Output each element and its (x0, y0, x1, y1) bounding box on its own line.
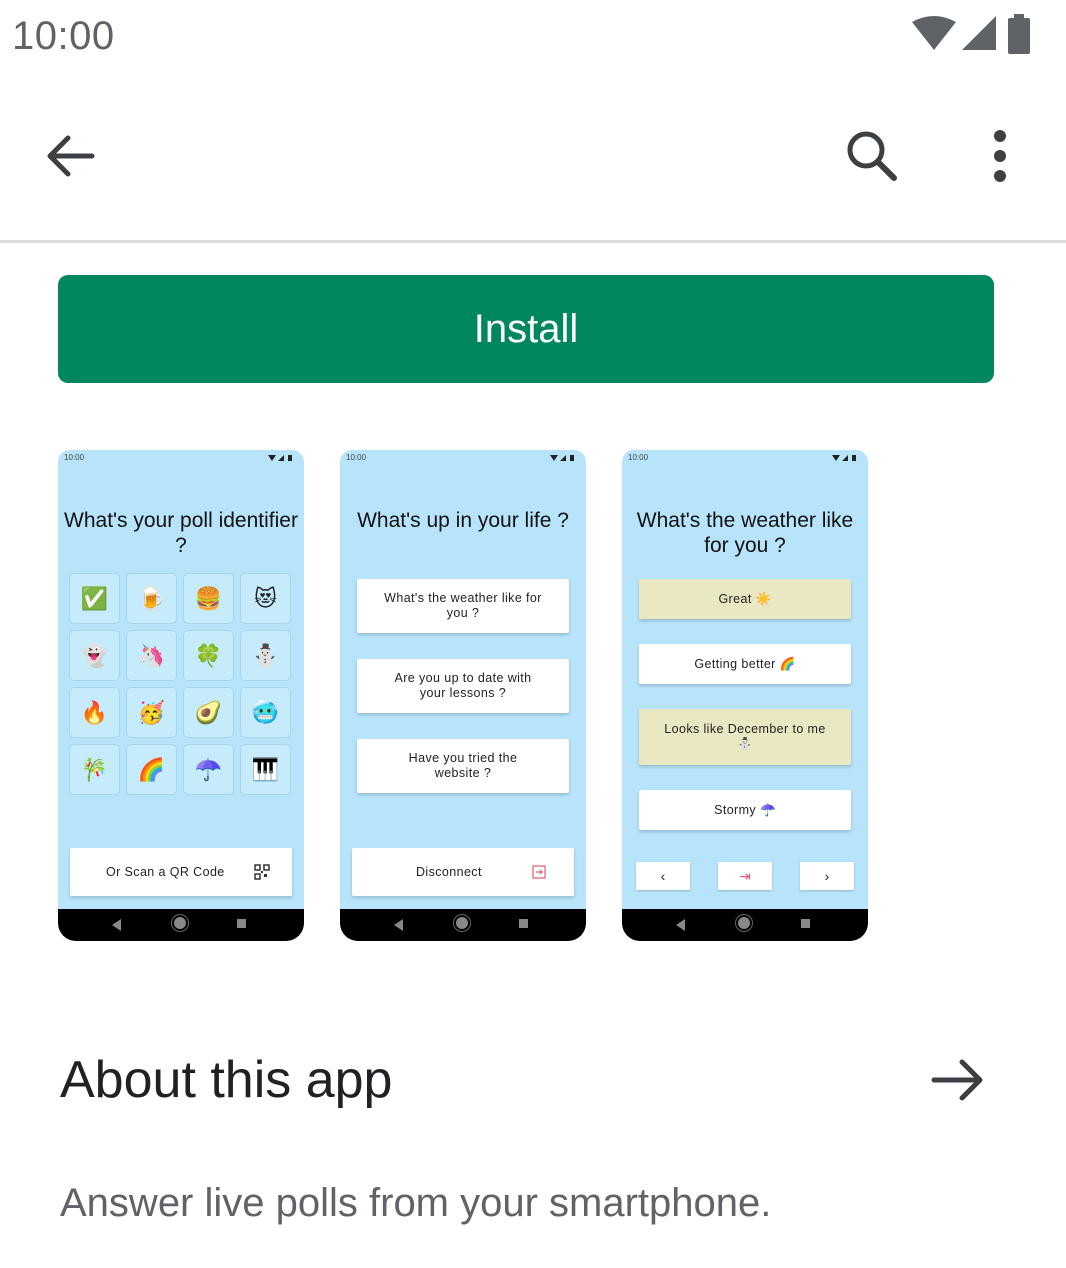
emoji-cell[interactable]: 🎋 (69, 744, 120, 795)
screenshot-title: What's the weather like for you ? (636, 509, 854, 557)
emoji: ☂️ (194, 756, 223, 782)
emoji: ⛄ (251, 642, 280, 668)
mini-nav-bar (58, 909, 304, 941)
back-arrow-icon (47, 135, 95, 177)
disconnect-button[interactable]: Disconnect (352, 848, 574, 896)
back-button[interactable] (30, 116, 110, 196)
poll-card[interactable]: Have you tried the website ? (357, 739, 569, 793)
answer-card[interactable]: Looks like December to me ⛄ (639, 709, 851, 765)
emoji-cell[interactable]: 🌈 (126, 744, 177, 795)
mini-status-icons (268, 455, 292, 461)
emoji: 🍺 (137, 585, 166, 611)
emoji-cell[interactable]: 🔥 (69, 687, 120, 738)
emoji: 🍔 (194, 585, 223, 611)
emoji: 🎹 (251, 756, 280, 782)
emoji: 🎋 (80, 756, 109, 782)
previous-button[interactable]: ‹ (636, 862, 690, 890)
more-options-button[interactable] (960, 116, 1040, 196)
mini-status-icons (550, 455, 574, 461)
scan-qr-button[interactable]: Or Scan a QR Code (70, 848, 292, 896)
battery-icon (1008, 14, 1030, 54)
mini-status-time: 10:00 (628, 453, 649, 462)
more-vert-icon (994, 130, 1006, 182)
poll-card[interactable]: What's the weather like for you ? (357, 579, 569, 633)
emoji-cell[interactable]: 🍔 (183, 573, 234, 624)
emoji-cell[interactable]: 😻 (240, 573, 291, 624)
about-title: About this app (60, 1051, 393, 1109)
mini-nav-bar (340, 909, 586, 941)
screenshot-2[interactable]: 10:00 What's up in your life ? What's th… (340, 450, 586, 941)
wifi-icon (912, 16, 956, 50)
status-icons (908, 14, 1048, 58)
app-bar-divider (0, 240, 1066, 243)
answer-card[interactable]: Getting better 🌈 (639, 644, 851, 684)
emoji: 🌈 (137, 756, 166, 782)
emoji-cell[interactable]: 🍀 (183, 630, 234, 681)
status-time: 10:00 (12, 14, 115, 58)
emoji-cell[interactable]: ✅ (69, 573, 120, 624)
emoji: 🥳 (137, 699, 166, 725)
arrow-forward-icon (931, 1059, 983, 1101)
emoji-cell[interactable]: ☂️ (183, 744, 234, 795)
emoji-cell[interactable]: 🍺 (126, 573, 177, 624)
emoji-cell[interactable]: 🥶 (240, 687, 291, 738)
emoji: 🔥 (80, 699, 109, 725)
emoji-cell[interactable]: 🥑 (183, 687, 234, 738)
emoji: 👻 (80, 642, 109, 668)
emoji-cell[interactable]: ⛄ (240, 630, 291, 681)
screenshot-title: What's up in your life ? (357, 509, 569, 532)
emoji: 🥑 (194, 699, 223, 725)
mini-status-time: 10:00 (64, 453, 85, 462)
scan-qr-label: Or Scan a QR Code (106, 864, 225, 879)
signal-icon (962, 16, 996, 50)
about-description: Answer live polls from your smartphone. (60, 1181, 772, 1225)
answer-card[interactable]: Stormy ☂️ (639, 790, 851, 830)
screenshot-1[interactable]: 10:00 What's your poll identifier ? ✅ 🍺 … (58, 450, 304, 941)
emoji-cell[interactable]: 🎹 (240, 744, 291, 795)
disconnect-label: Disconnect (416, 864, 482, 879)
emoji: 😻 (254, 585, 277, 611)
emoji: ✅ (80, 585, 109, 611)
screenshot-3[interactable]: 10:00 What's the weather like for you ? … (622, 450, 868, 941)
qr-code-icon (254, 864, 270, 880)
about-arrow-button[interactable] (920, 1044, 996, 1116)
exit-icon (532, 865, 546, 879)
emoji-cell[interactable]: 🥳 (126, 687, 177, 738)
emoji: 🍀 (194, 642, 223, 668)
mini-nav-bar (622, 909, 868, 941)
emoji-cell[interactable]: 👻 (69, 630, 120, 681)
next-button[interactable]: › (800, 862, 854, 890)
emoji: 🥶 (251, 699, 280, 725)
emoji-cell[interactable]: 🦄 (126, 630, 177, 681)
search-button[interactable] (832, 116, 912, 196)
install-button[interactable]: Install (58, 275, 994, 383)
emoji: 🦄 (137, 642, 166, 668)
emoji-grid: ✅ 🍺 🍔 😻 👻 🦄 🍀 ⛄ 🔥 🥳 🥑 🥶 🎋 🌈 ☂️ 🎹 (69, 573, 293, 795)
mini-status-icons (832, 455, 856, 461)
search-icon (847, 131, 897, 181)
mini-status-time: 10:00 (346, 453, 367, 462)
answer-card[interactable]: Great ☀️ (639, 579, 851, 619)
exit-button[interactable]: ⇥ (718, 862, 772, 890)
poll-card[interactable]: Are you up to date with your lessons ? (357, 659, 569, 713)
screenshot-title: What's your poll identifier ? (64, 509, 298, 557)
